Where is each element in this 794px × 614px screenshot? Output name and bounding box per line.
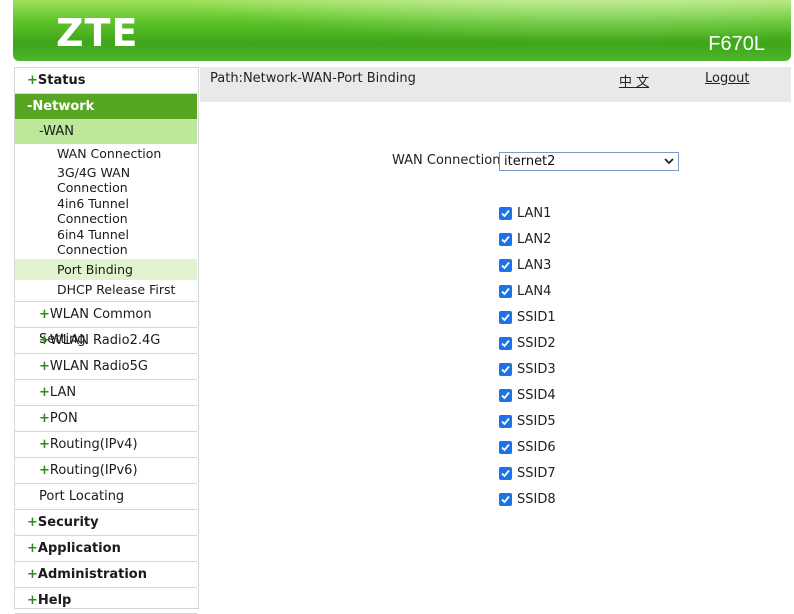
sidebar-item-wlan-common[interactable]: +WLAN Common Setting — [15, 302, 197, 347]
port-label: SSID2 — [517, 336, 556, 351]
sidebar-item-label: PON — [49, 411, 78, 426]
sidebar-item-label: Port Binding — [57, 262, 133, 277]
sidebar-item-label: WLAN Radio2.4G — [49, 333, 161, 348]
sidebar-item-label: WAN — [43, 124, 74, 139]
path-bar: Path:Network-WAN-Port Binding 中 文 Logout — [200, 67, 791, 102]
sidebar-item-help[interactable]: +Help — [15, 588, 197, 614]
expand-plus-icon: + — [27, 567, 38, 582]
expand-plus-icon: + — [27, 593, 38, 608]
port-label: LAN2 — [517, 232, 552, 247]
port-label: LAN4 — [517, 284, 552, 299]
checkbox-checked-icon[interactable] — [499, 311, 512, 324]
sidebar-item-label: Routing(IPv6) — [49, 463, 138, 478]
expand-plus-icon: + — [27, 73, 38, 88]
sidebar-item-label: Administration — [37, 567, 147, 582]
logout-link[interactable]: Logout — [705, 71, 750, 86]
checkbox-checked-icon[interactable] — [499, 441, 512, 454]
sidebar-item-network[interactable]: -Network — [15, 94, 197, 120]
sidebar-item-label: Security — [37, 515, 99, 530]
sidebar-item-wlan-radio5g[interactable]: +WLAN Radio5G — [15, 354, 197, 380]
sidebar-item-label: LAN — [49, 385, 77, 400]
port-label: SSID7 — [517, 466, 556, 481]
sidebar: +Status -Network -WAN WAN Connection 3G/… — [14, 67, 199, 614]
sidebar-item-port-locating[interactable]: Port Locating — [15, 484, 197, 510]
sidebar-item-routing-ipv4[interactable]: +Routing(IPv4) — [15, 432, 197, 458]
port-label: SSID1 — [517, 310, 556, 325]
wan-connection-value: iternet2 — [504, 154, 556, 169]
checkbox-checked-icon[interactable] — [499, 363, 512, 376]
sidebar-item-wan-connection[interactable]: WAN Connection — [15, 146, 197, 163]
sidebar-item-label: 3G/4G WAN Connection — [57, 165, 131, 195]
sidebar-item-label: 4in6 Tunnel Connection — [57, 196, 129, 226]
chevron-down-icon — [664, 158, 674, 165]
checkbox-checked-icon[interactable] — [499, 337, 512, 350]
sidebar-item-label: Network — [32, 99, 95, 114]
sidebar-item-application[interactable]: +Application — [15, 536, 197, 562]
checkbox-checked-icon[interactable] — [499, 493, 512, 506]
checkbox-checked-icon[interactable] — [499, 415, 512, 428]
expand-plus-icon: + — [39, 333, 50, 348]
wan-connection-label: WAN Connection — [392, 153, 501, 168]
port-label: LAN3 — [517, 258, 552, 273]
sidebar-item-security[interactable]: +Security — [15, 510, 197, 536]
checkbox-checked-icon[interactable] — [499, 285, 512, 298]
sidebar-item-4in6-tunnel[interactable]: 4in6 Tunnel Connection — [15, 196, 197, 227]
checkbox-checked-icon[interactable] — [499, 233, 512, 246]
sidebar-item-label: Status — [37, 73, 86, 88]
port-label: SSID5 — [517, 414, 556, 429]
sidebar-item-label: Routing(IPv4) — [49, 437, 138, 452]
sidebar-item-label: WLAN Radio5G — [49, 359, 148, 374]
port-label: SSID4 — [517, 388, 556, 403]
expand-plus-icon: + — [39, 411, 50, 426]
sidebar-item-label: Port Locating — [39, 489, 125, 504]
expand-plus-icon: + — [39, 307, 50, 322]
sidebar-item-label: DHCP Release First — [57, 282, 176, 297]
expand-plus-icon: + — [39, 359, 50, 374]
checkbox-checked-icon[interactable] — [499, 389, 512, 402]
expand-plus-icon: + — [27, 515, 38, 530]
sidebar-item-routing-ipv6[interactable]: +Routing(IPv6) — [15, 458, 197, 484]
sidebar-item-wlan-radio24[interactable]: +WLAN Radio2.4G — [15, 328, 197, 354]
checkbox-checked-icon[interactable] — [499, 259, 512, 272]
sidebar-item-3g4g-wan[interactable]: 3G/4G WAN Connection — [15, 165, 197, 196]
sidebar-item-port-binding[interactable]: Port Binding — [15, 259, 197, 280]
sidebar-item-administration[interactable]: +Administration — [15, 562, 197, 588]
sidebar-item-lan[interactable]: +LAN — [15, 380, 197, 406]
breadcrumb: Path:Network-WAN-Port Binding — [210, 71, 416, 86]
model-name: F670L — [708, 33, 765, 55]
language-link[interactable]: 中 文 — [619, 71, 649, 90]
expand-plus-icon: + — [39, 437, 50, 452]
wan-connection-select[interactable]: iternet2 — [499, 152, 679, 171]
sidebar-item-dhcp-release-first[interactable]: DHCP Release First — [15, 280, 197, 302]
expand-plus-icon: + — [39, 463, 50, 478]
sidebar-item-pon[interactable]: +PON — [15, 406, 197, 432]
sidebar-item-status[interactable]: +Status — [15, 68, 197, 94]
sidebar-item-label: 6in4 Tunnel Connection — [57, 227, 129, 257]
sidebar-item-label: WAN Connection — [57, 146, 162, 161]
expand-plus-icon: + — [27, 541, 38, 556]
port-label: SSID3 — [517, 362, 556, 377]
zte-logo: ZTE — [56, 11, 139, 55]
header-banner: ZTE F670L — [13, 0, 791, 61]
sidebar-item-6in4-tunnel[interactable]: 6in4 Tunnel Connection — [15, 227, 197, 258]
port-label: SSID6 — [517, 440, 556, 455]
port-label: LAN1 — [517, 206, 552, 221]
sidebar-item-wan[interactable]: -WAN — [15, 120, 197, 144]
checkbox-checked-icon[interactable] — [499, 467, 512, 480]
expand-plus-icon: + — [39, 385, 50, 400]
sidebar-item-label: Application — [37, 541, 121, 556]
port-label: SSID8 — [517, 492, 556, 507]
sidebar-item-label: Help — [37, 593, 72, 608]
checkbox-checked-icon[interactable] — [499, 207, 512, 220]
